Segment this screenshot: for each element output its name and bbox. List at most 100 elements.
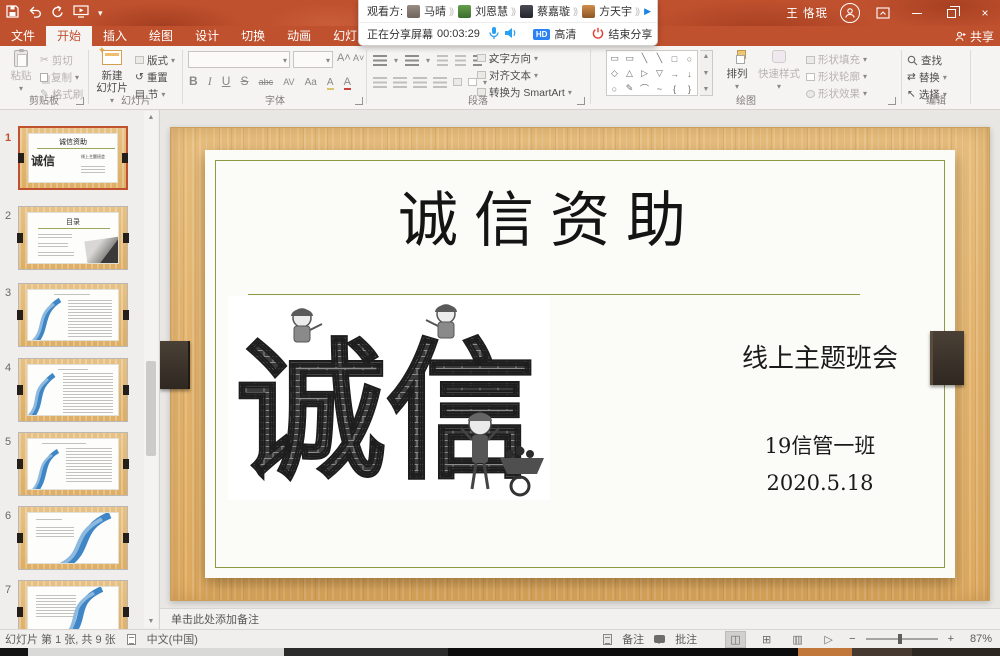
oval-shape-icon[interactable]: ○ [687, 54, 692, 64]
normal-view-button[interactable]: ◫ [725, 631, 746, 648]
zoom-slider-thumb[interactable] [898, 634, 902, 644]
scroll-down-icon[interactable]: ▼ [144, 615, 158, 628]
expand-viewers-icon[interactable]: ▶ [644, 6, 651, 17]
justify-icon[interactable] [433, 77, 447, 88]
integrity-brick-image[interactable]: 诚信 [228, 296, 550, 500]
thumbnail-slide-3[interactable] [18, 283, 128, 347]
undo-icon[interactable] [28, 6, 42, 21]
find-button[interactable]: 查找 [907, 52, 942, 68]
shape-fill-button[interactable]: 形状填充▾ [806, 52, 867, 67]
clipboard-dialog-launcher[interactable] [76, 97, 84, 105]
layout-button[interactable]: 版式▾ [135, 52, 175, 68]
tab-design[interactable]: 设计 [184, 26, 230, 46]
shapes-gallery[interactable]: ▭▭╲╲□○ ◇△▷▽→↓ ○✎⌒~{} [606, 50, 698, 96]
font-dialog-launcher[interactable] [355, 97, 363, 105]
restore-button[interactable] [940, 3, 962, 23]
zoom-level[interactable]: 87% [964, 633, 992, 645]
scroll-up-icon[interactable]: ▲ [144, 111, 158, 124]
shapes-gallery-scroll[interactable]: ▲ ▼ ▼ [700, 50, 713, 96]
tab-file[interactable]: 文件 [0, 26, 46, 46]
text-shadow-button[interactable]: S [241, 74, 249, 88]
comments-icon[interactable] [654, 635, 665, 643]
slide-canvas[interactable]: 诚信资助 诚信 [160, 110, 1000, 608]
bullets-icon[interactable] [373, 55, 387, 66]
end-share-power-icon[interactable] [592, 27, 604, 42]
tab-draw[interactable]: 绘图 [138, 26, 184, 46]
numbering-icon[interactable] [405, 55, 419, 66]
grow-font-icon[interactable]: A˄ [337, 52, 351, 64]
arrange-button[interactable]: 排列▾ [718, 50, 756, 93]
text-direction-button[interactable]: 文字方向▾ [477, 50, 538, 66]
slide-class-name[interactable]: 19信管一班 [690, 430, 950, 460]
slide-date[interactable]: 2020.5.18 [690, 471, 950, 495]
comments-toggle[interactable]: 批注 [675, 631, 697, 647]
thumbnail-slide-1[interactable]: 诚信资助 诚信 线上主题班会 [18, 126, 128, 190]
thumbnail-slide-5[interactable] [18, 432, 128, 496]
end-share-button[interactable]: 结束分享 [608, 26, 652, 42]
notes-pane[interactable]: 单击此处添加备注 [160, 608, 1000, 629]
reset-button[interactable]: ↺重置 [135, 69, 168, 85]
thumbnail-slide-2[interactable]: 目录 [18, 206, 128, 270]
microphone-icon[interactable] [488, 26, 500, 43]
gallery-down-icon[interactable]: ▼ [703, 70, 710, 77]
bold-button[interactable]: B [189, 74, 198, 88]
underline-button[interactable]: U [222, 74, 231, 88]
thumbnail-slide-6[interactable] [18, 506, 128, 570]
copy-button[interactable]: 复制▾ [40, 69, 79, 85]
thumbnail-scrollbar[interactable]: ▲ ▼ [144, 111, 158, 628]
change-case-button[interactable]: Aa [305, 77, 317, 88]
start-slideshow-icon[interactable] [73, 5, 89, 21]
tab-transitions[interactable]: 切换 [230, 26, 276, 46]
notes-placeholder[interactable]: 单击此处添加备注 [171, 611, 259, 627]
ribbon-display-options-icon[interactable] [872, 3, 894, 23]
notes-toggle[interactable]: 备注 [622, 631, 644, 647]
cut-button[interactable]: ✂剪切 [40, 52, 73, 68]
font-name-combo[interactable]: ▾ [188, 51, 290, 68]
slideshow-view-button[interactable]: ▷ [818, 631, 839, 648]
align-right-icon[interactable] [413, 77, 427, 88]
decrease-indent-icon[interactable] [437, 55, 448, 66]
quick-styles-button[interactable]: 快速样式▾ [756, 50, 802, 93]
shrink-font-icon[interactable]: A˅ [353, 53, 364, 63]
zoom-in-button[interactable]: + [948, 633, 954, 645]
increase-indent-icon[interactable] [455, 55, 466, 66]
tab-animations[interactable]: 动画 [276, 26, 322, 46]
align-left-icon[interactable] [373, 77, 387, 88]
gallery-up-icon[interactable]: ▲ [703, 53, 710, 60]
textbox-shape-icon[interactable]: ▭ [625, 53, 634, 64]
arrow-shape-icon[interactable]: → [670, 69, 679, 79]
slide-subtitle[interactable]: 线上主题班会 [690, 338, 950, 375]
textbox-shape-icon[interactable]: ▭ [610, 53, 619, 64]
arrow-shape-icon[interactable]: ↓ [687, 69, 692, 79]
redo-icon[interactable] [51, 5, 64, 21]
paragraph-dialog-launcher[interactable] [577, 97, 585, 105]
paste-button[interactable]: 粘贴▾ [2, 50, 40, 95]
font-color-button[interactable]: A [344, 76, 351, 90]
proofing-icon[interactable] [127, 634, 136, 645]
diamond-shape-icon[interactable]: ◇ [611, 68, 618, 79]
tab-insert[interactable]: 插入 [92, 26, 138, 46]
align-center-icon[interactable] [393, 77, 407, 88]
speaker-icon[interactable] [504, 27, 517, 42]
close-button[interactable]: × [974, 3, 996, 23]
highlight-button[interactable]: A [327, 77, 334, 90]
line-shape-icon[interactable]: ╲ [642, 53, 647, 64]
replace-button[interactable]: ⇄替换▾ [907, 69, 947, 85]
line-shape-icon[interactable]: ╲ [657, 53, 662, 64]
scrollbar-thumb[interactable] [146, 361, 156, 456]
customize-qat-icon[interactable]: ▾ [98, 8, 103, 19]
arrow-shape-icon[interactable]: ▽ [656, 68, 663, 79]
drawing-dialog-launcher[interactable] [888, 97, 896, 105]
align-text-button[interactable]: 对齐文本▾ [477, 67, 538, 83]
thumbnail-slide-4[interactable] [18, 358, 128, 422]
user-avatar[interactable] [840, 3, 860, 23]
table-icon[interactable] [468, 78, 477, 86]
slide-title[interactable]: 诚信资助 [205, 172, 895, 259]
triangle-shape-icon[interactable]: △ [626, 68, 633, 79]
zoom-out-button[interactable]: − [849, 633, 855, 645]
arrow-shape-icon[interactable]: ▷ [641, 68, 648, 79]
hd-quality-button[interactable]: 高清 [554, 26, 576, 42]
slide-sorter-view-button[interactable]: ⊞ [756, 631, 777, 648]
minimize-button[interactable] [906, 3, 928, 23]
tab-home[interactable]: 开始 [46, 26, 92, 46]
